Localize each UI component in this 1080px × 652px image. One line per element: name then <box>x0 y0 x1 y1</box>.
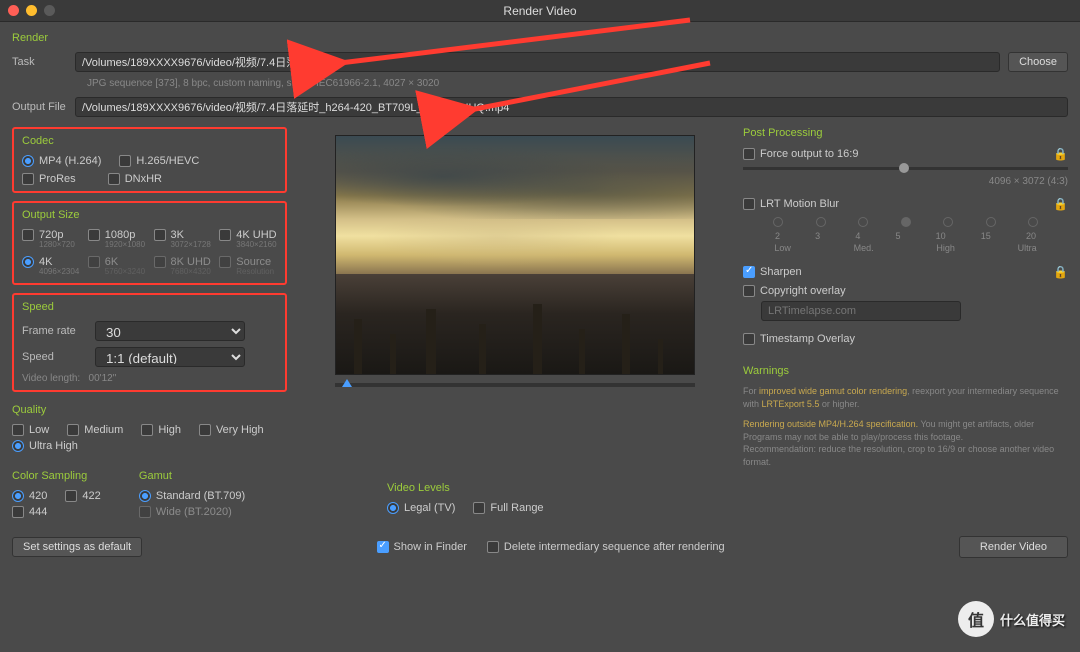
quality-heading: Quality <box>12 404 287 416</box>
close-icon[interactable] <box>8 5 19 16</box>
sampling-420[interactable]: 420 <box>12 490 47 502</box>
watermark: 值 什么值得买 <box>958 601 1065 637</box>
codec-mp4[interactable]: MP4 (H.264) <box>22 155 101 167</box>
copyright-overlay[interactable]: Copyright overlay <box>743 285 1068 297</box>
size-4kuhd[interactable]: 4K UHD3840×2160 <box>219 229 277 250</box>
levels-legal[interactable]: Legal (TV) <box>387 502 455 514</box>
quality-high[interactable]: High <box>141 424 181 436</box>
window-title: Render Video <box>503 4 576 18</box>
aspect-slider[interactable] <box>743 167 1068 170</box>
size-4k[interactable]: 4K4096×2304 <box>22 256 80 277</box>
levels-full[interactable]: Full Range <box>473 502 543 514</box>
motion-blur-options[interactable] <box>773 217 1038 227</box>
sampling-422[interactable]: 422 <box>65 490 100 502</box>
sharpen[interactable]: Sharpen <box>743 266 802 278</box>
show-in-finder[interactable]: Show in Finder <box>377 541 467 553</box>
pp-heading: Post Processing <box>743 127 1068 139</box>
video-preview <box>335 135 695 375</box>
watermark-logo-icon: 值 <box>958 601 994 637</box>
scrub-slider[interactable] <box>335 383 695 387</box>
set-defaults-button[interactable]: Set settings as default <box>12 537 142 557</box>
length-value: 00'12" <box>89 373 117 384</box>
codec-section: Codec MP4 (H.264) H.265/HEVC ProRes DNxH… <box>12 127 287 193</box>
codec-prores[interactable]: ProRes <box>22 173 76 185</box>
speed-select[interactable]: 1:1 (default) <box>95 347 245 367</box>
watermark-text: 什么值得买 <box>1000 610 1065 629</box>
zoom-icon[interactable] <box>44 5 55 16</box>
lock-icon[interactable]: 🔒 <box>1053 147 1068 161</box>
size-6k[interactable]: 6K5760×3240 <box>88 256 146 277</box>
warnings-heading: Warnings <box>743 365 1068 377</box>
size-3k[interactable]: 3K3072×1728 <box>154 229 212 250</box>
task-field[interactable] <box>75 52 1000 72</box>
gamut-wide[interactable]: Wide (BT.2020) <box>139 506 232 518</box>
warning-2: Rendering outside MP4/H.264 specificatio… <box>743 418 1068 468</box>
speed-label: Speed <box>22 351 87 363</box>
task-subtext: JPG sequence [373], 8 bpc, custom naming… <box>87 78 1068 89</box>
sampling-444[interactable]: 444 <box>12 506 47 518</box>
sampling-heading: Color Sampling <box>12 470 109 482</box>
choose-button[interactable]: Choose <box>1008 52 1068 72</box>
quality-low[interactable]: Low <box>12 424 49 436</box>
gamut-heading: Gamut <box>139 470 287 482</box>
quality-veryhigh[interactable]: Very High <box>199 424 264 436</box>
render-video-button[interactable]: Render Video <box>959 536 1068 558</box>
aspect-readout: 4096 × 3072 (4:3) <box>743 176 1068 187</box>
copyright-field[interactable] <box>761 301 961 321</box>
codec-dnxhr[interactable]: DNxHR <box>108 173 162 185</box>
lock-icon[interactable]: 🔒 <box>1053 197 1068 211</box>
traffic-lights <box>8 5 55 16</box>
output-label: Output File <box>12 101 67 113</box>
gamut-standard[interactable]: Standard (BT.709) <box>139 490 245 502</box>
size-heading: Output Size <box>22 209 277 221</box>
codec-heading: Codec <box>22 135 277 147</box>
speed-heading: Speed <box>22 301 277 313</box>
length-label: Video length: <box>22 373 80 384</box>
quality-medium[interactable]: Medium <box>67 424 123 436</box>
quality-ultrahigh[interactable]: Ultra High <box>12 440 78 452</box>
size-720p[interactable]: 720p1280×720 <box>22 229 80 250</box>
motion-blur[interactable]: LRT Motion Blur <box>743 198 839 210</box>
render-heading: Render <box>12 32 1068 44</box>
lock-icon[interactable]: 🔒 <box>1053 265 1068 279</box>
levels-heading: Video Levels <box>387 482 544 494</box>
warning-1: For improved wide gamut color rendering,… <box>743 385 1068 410</box>
size-8kuhd[interactable]: 8K UHD7680×4320 <box>154 256 212 277</box>
framerate-select[interactable]: 30 <box>95 321 245 341</box>
minimize-icon[interactable] <box>26 5 37 16</box>
framerate-label: Frame rate <box>22 325 87 337</box>
task-label: Task <box>12 56 67 68</box>
delete-intermediary[interactable]: Delete intermediary sequence after rende… <box>487 541 725 553</box>
speed-section: Speed Frame rate 30 Speed 1:1 (default) Vi… <box>12 293 287 392</box>
timestamp-overlay[interactable]: Timestamp Overlay <box>743 333 1068 345</box>
size-1080p[interactable]: 1080p1920×1080 <box>88 229 146 250</box>
output-field[interactable] <box>75 97 1068 117</box>
output-size-section: Output Size 720p1280×720 1080p1920×1080 … <box>12 201 287 285</box>
size-source[interactable]: SourceResolution <box>219 256 277 277</box>
force-169[interactable]: Force output to 16:9 <box>743 148 858 160</box>
codec-hevc[interactable]: H.265/HEVC <box>119 155 199 167</box>
titlebar: Render Video <box>0 0 1080 22</box>
